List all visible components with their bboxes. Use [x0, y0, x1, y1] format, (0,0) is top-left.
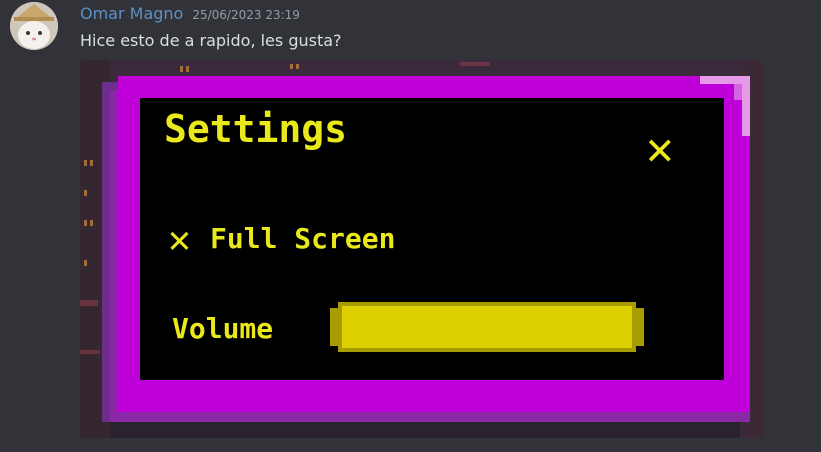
- message-text: Hice esto de a rapido, les gusta?: [80, 31, 342, 50]
- fullscreen-label: Full Screen: [210, 222, 395, 255]
- close-icon: ✕: [646, 121, 674, 175]
- timestamp: 25/06/2023 23:19: [192, 8, 300, 22]
- settings-title: Settings: [164, 107, 347, 151]
- message-header: Omar Magno 25/06/2023 23:19: [80, 4, 300, 26]
- chat-message: Omar Magno 25/06/2023 23:19 Hice esto de…: [0, 0, 821, 452]
- volume-slider-fill: [342, 306, 632, 348]
- username[interactable]: Omar Magno: [80, 4, 183, 23]
- volume-slider[interactable]: [330, 302, 644, 352]
- image-attachment[interactable]: Settings ✕ ✕ Full Screen Volume: [80, 60, 763, 438]
- fullscreen-check-icon: ✕: [168, 217, 191, 261]
- settings-menu-image: Settings ✕ ✕ Full Screen Volume: [80, 60, 763, 438]
- close-button[interactable]: ✕: [646, 121, 674, 175]
- avatar[interactable]: [10, 2, 58, 50]
- cat-with-hat-avatar-icon: [10, 2, 58, 50]
- volume-label: Volume: [172, 312, 273, 345]
